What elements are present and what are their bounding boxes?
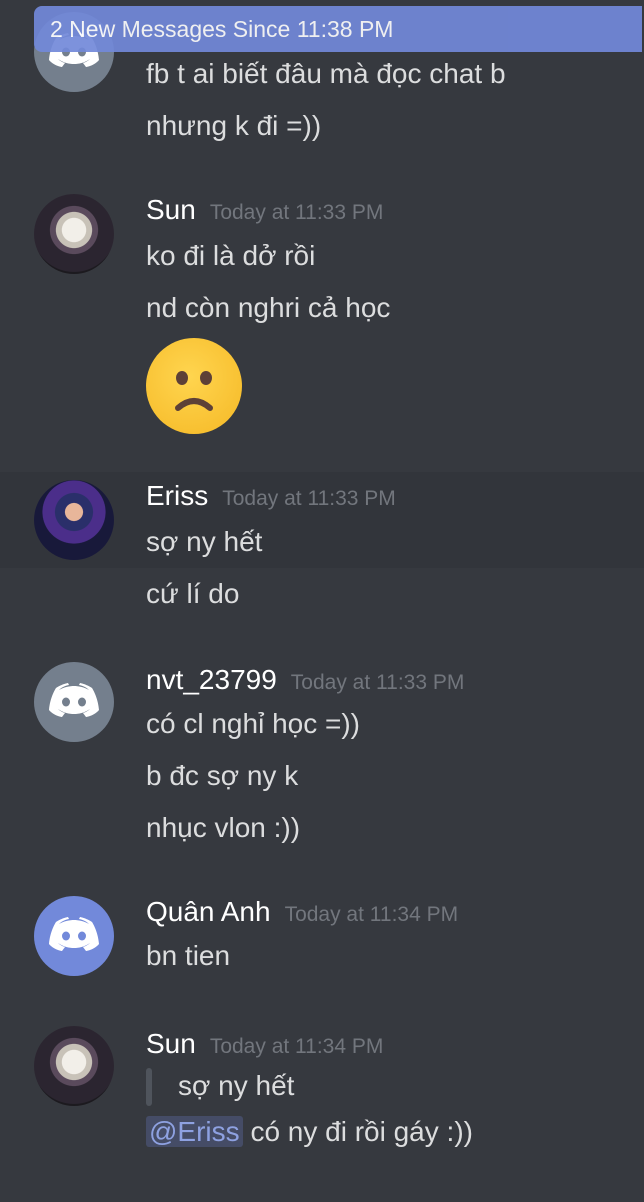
new-messages-text: 2 New Messages Since 11:38 PM — [50, 15, 394, 42]
author-name[interactable]: Sun — [146, 1028, 196, 1059]
timestamp: Today at 11:33 PM — [290, 671, 465, 694]
timestamp: Today at 11:34 PM — [209, 1035, 384, 1058]
user-mention[interactable]: @Eriss — [146, 1116, 243, 1147]
author-name[interactable]: Sun — [146, 194, 196, 225]
author-name[interactable]: Quân Anh — [146, 896, 271, 927]
avatar[interactable] — [34, 480, 114, 560]
timestamp: Today at 11:34 PM — [284, 903, 459, 926]
username[interactable]: Quân Anh Today at 11:34 PM — [146, 896, 458, 928]
author-name[interactable]: nvt_23799 — [146, 664, 277, 695]
username[interactable]: nvt_23799 Today at 11:33 PM — [146, 664, 464, 696]
avatar[interactable] — [34, 194, 114, 274]
username[interactable]: Sun Today at 11:34 PM — [146, 1028, 383, 1060]
avatar[interactable] — [34, 1026, 114, 1106]
message-group: Sun Today at 11:33 PM ko đi là dở rồi nd … — [0, 190, 644, 450]
message-group: Quân Anh Today at 11:34 PM bn tien — [0, 894, 644, 994]
left-edge — [0, 0, 34, 60]
username[interactable]: Sun Today at 11:33 PM — [146, 194, 383, 226]
message-group: Sun Today at 11:34 PM sợ ny hết @Eriss có… — [0, 1024, 644, 1174]
author-name[interactable]: Eriss — [146, 480, 208, 511]
new-messages-banner[interactable]: 2 New Messages Since 11:38 PM — [34, 6, 642, 52]
quoted-text: sợ ny hết — [178, 1070, 295, 1101]
message-text: có cl nghỉ học =)) — [146, 708, 360, 739]
message-text: nd còn nghri cả học — [146, 292, 391, 323]
message-text: nhưng k đi =)) — [146, 110, 322, 141]
reply-text: có ny đi rồi gáy :)) — [250, 1116, 473, 1147]
avatar[interactable] — [34, 896, 114, 976]
discord-logo-icon — [49, 683, 99, 717]
message-text: @Eriss có ny đi rồi gáy :)) — [146, 1116, 473, 1148]
message-text: b đc sợ ny k — [146, 760, 299, 791]
message-text: sợ ny hết — [146, 526, 263, 557]
avatar[interactable] — [34, 662, 114, 742]
message-text: cứ lí do — [146, 578, 240, 609]
frowning-face-emoji — [175, 371, 213, 411]
message-text: bn tien — [146, 940, 231, 971]
message-group: Eriss Today at 11:33 PM sợ ny hết cứ lí d… — [0, 476, 644, 626]
timestamp: Today at 11:33 PM — [209, 201, 384, 224]
timestamp: Today at 11:33 PM — [222, 487, 396, 510]
message-text: fb t ai biết đâu mà đọc chat b — [146, 58, 506, 89]
username[interactable]: Eriss Today at 11:33 PM — [146, 480, 396, 512]
message-text: nhục vlon :)) — [146, 812, 301, 843]
frowning-face-icon — [146, 338, 242, 434]
quote-bar — [146, 1068, 152, 1106]
message-text: ko đi là dở rồi — [146, 240, 316, 271]
message-group: nvt_23799 Today at 11:33 PM có cl nghỉ họ… — [0, 660, 644, 860]
discord-logo-icon — [49, 917, 99, 951]
